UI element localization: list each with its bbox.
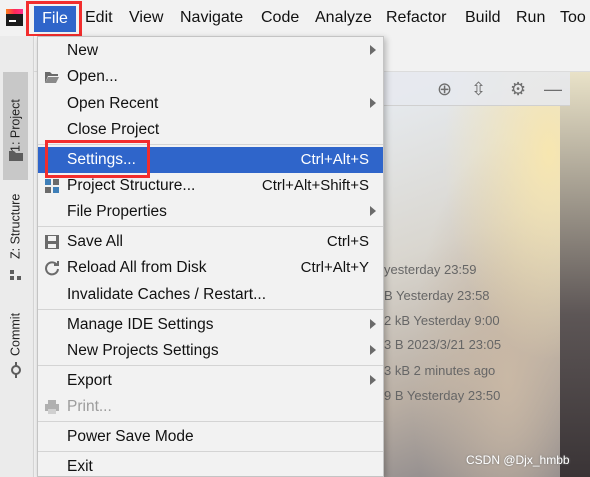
shortcut-label: Ctrl+S [326,233,369,250]
menu-separator [38,309,383,310]
menu-item-save-all[interactable]: Save All Ctrl+S [38,229,383,255]
locate-icon[interactable]: ⊕ [437,80,452,98]
file-meta-text: yesterday 23:59 [384,262,477,277]
menu-item-open[interactable]: Open... [38,64,383,90]
reload-icon [45,261,59,276]
left-tool-strip: 1: Project Z: Structure Commit [0,36,34,477]
tool-tab-label: Z: Structure [8,193,23,259]
structure-icon [10,270,21,280]
file-menu-highlight [26,1,82,37]
shortcut-label: Ctrl+Alt+Y [300,259,369,276]
menu-item-file-properties[interactable]: File Properties [38,199,383,225]
tool-tab-label: 1: Project [8,99,23,153]
gear-icon[interactable]: ⚙ [510,80,526,98]
folder-open-icon [45,72,59,83]
menu-item-open-recent[interactable]: Open Recent [38,91,383,117]
hide-panel-icon[interactable]: — [544,80,562,98]
intellij-app-icon [6,9,23,26]
menu-separator [38,365,383,366]
shortcut-label: Ctrl+Alt+S [300,151,369,168]
menu-item-print[interactable]: Print... [38,394,383,420]
menu-item-power-save-mode[interactable]: Power Save Mode [38,424,383,450]
menu-run[interactable]: Run [516,9,545,27]
file-meta-text: B Yesterday 23:58 [384,288,490,303]
menu-separator [38,451,383,452]
tool-tab-commit[interactable]: Commit [3,304,28,364]
file-meta-text: 9 B Yesterday 23:50 [384,388,501,403]
file-meta-text: 3 B 2023/3/21 23:05 [384,337,502,352]
menu-build[interactable]: Build [465,9,501,27]
menu-navigate[interactable]: Navigate [180,9,243,27]
menu-tools[interactable]: Too [560,9,586,27]
file-meta-text: 2 kB Yesterday 9:00 [384,313,500,328]
file-menu-dropdown: New Open... Open Recent Close Project Se… [37,36,384,477]
menu-edit[interactable]: Edit [85,9,113,27]
tool-tab-structure[interactable]: Z: Structure [3,186,28,266]
project-structure-icon [45,179,59,193]
submenu-arrow-icon [370,206,376,216]
commit-icon [11,362,21,378]
settings-highlight [45,140,150,178]
submenu-arrow-icon [370,98,376,108]
menu-analyze[interactable]: Analyze [315,9,372,27]
menu-item-export[interactable]: Export [38,368,383,394]
menu-item-exit[interactable]: Exit [38,454,383,477]
save-icon [45,235,59,249]
menu-separator [38,226,383,227]
submenu-arrow-icon [370,345,376,355]
tool-tab-project[interactable]: 1: Project [3,72,28,180]
watermark-text: CSDN @Djx_hmbb [466,453,570,467]
menu-item-reload-all[interactable]: Reload All from Disk Ctrl+Alt+Y [38,255,383,281]
menu-item-new-projects-settings[interactable]: New Projects Settings [38,338,383,364]
menu-item-new[interactable]: New [38,38,383,64]
collapse-all-icon[interactable]: ⇳ [471,80,486,98]
menu-item-invalidate-caches[interactable]: Invalidate Caches / Restart... [38,282,383,308]
editor-background-edge [560,72,590,477]
submenu-arrow-icon [370,375,376,385]
submenu-arrow-icon [370,45,376,55]
menu-refactor[interactable]: Refactor [386,9,446,27]
submenu-arrow-icon [370,319,376,329]
menu-item-manage-ide-settings[interactable]: Manage IDE Settings [38,312,383,338]
menu-code[interactable]: Code [261,9,299,27]
print-icon [45,400,59,414]
menu-separator [38,421,383,422]
menu-view[interactable]: View [129,9,163,27]
folder-icon [9,151,23,161]
tool-tab-label: Commit [8,312,23,356]
file-meta-text: 3 kB 2 minutes ago [384,363,496,378]
shortcut-label: Ctrl+Alt+Shift+S [261,177,369,194]
main-menu-bar: File Edit View Navigate Code Analyze Ref… [0,0,590,36]
